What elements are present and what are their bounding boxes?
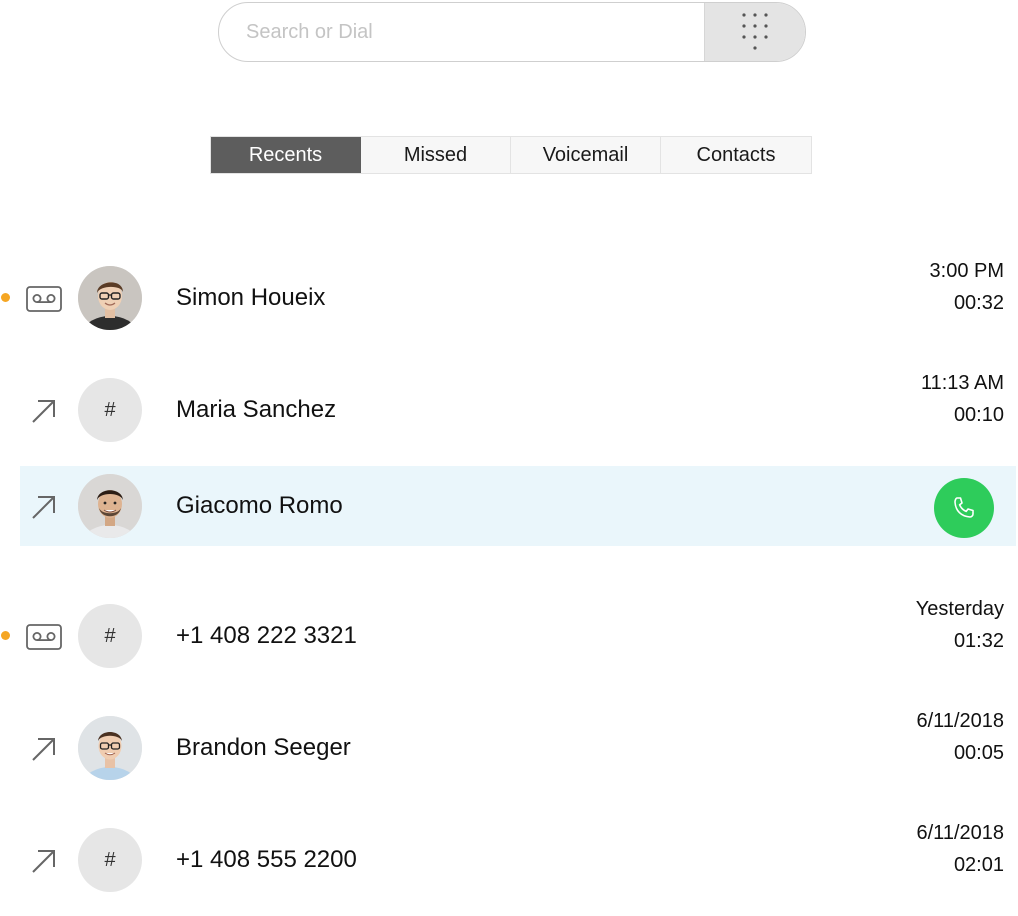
avatar (78, 266, 142, 330)
hash-icon: # (104, 848, 116, 871)
call-time: 11:13 AM (920, 372, 1004, 394)
contact-name: +1 408 222 3321 (176, 622, 357, 649)
call-row[interactable]: Simon Houeix 3:00 PM 00:32 (0, 242, 1018, 354)
call-time: 3:00 PM (929, 260, 1004, 282)
unread-indicator (1, 293, 10, 302)
call-button[interactable] (934, 478, 994, 538)
tab-voicemail[interactable]: Voicemail (511, 137, 661, 173)
call-row-selected[interactable]: Giacomo Romo (0, 466, 1018, 578)
call-duration: 00:10 (953, 404, 1004, 426)
call-row[interactable]: Brandon Seeger 6/11/2018 00:05 (0, 692, 1018, 804)
tab-contacts[interactable]: Contacts (661, 137, 811, 173)
contact-name: Simon Houeix (176, 284, 326, 311)
contact-name: Giacomo Romo (176, 492, 343, 519)
avatar: # (78, 604, 142, 668)
unread-indicator (1, 631, 10, 640)
voicemail-icon (26, 286, 62, 312)
outgoing-arrow-icon (32, 400, 55, 423)
person-photo-icon (78, 716, 142, 780)
phone-icon (954, 497, 974, 518)
avatar (78, 474, 142, 538)
hash-icon: # (104, 398, 116, 421)
call-history-tabs: Recents Missed Voicemail Contacts (210, 136, 812, 174)
call-duration: 00:05 (953, 742, 1004, 764)
tab-missed[interactable]: Missed (361, 137, 511, 173)
outgoing-arrow-icon (32, 738, 55, 761)
call-row[interactable]: # +1 408 222 3321 Yesterday 01:32 (0, 580, 1018, 692)
voicemail-icon (26, 624, 62, 650)
call-duration: 00:32 (953, 292, 1004, 314)
call-time: Yesterday (915, 598, 1004, 620)
search-input[interactable] (219, 3, 704, 61)
call-duration: 02:01 (953, 854, 1004, 876)
avatar (78, 716, 142, 780)
contact-name: Brandon Seeger (176, 734, 351, 761)
call-row[interactable]: # +1 408 555 2200 6/11/2018 02:01 (0, 804, 1018, 916)
contact-name: +1 408 555 2200 (176, 846, 357, 873)
contact-name: Maria Sanchez (176, 396, 337, 423)
outgoing-arrow-icon (32, 496, 55, 519)
call-duration: 01:32 (953, 630, 1004, 652)
call-time: 6/11/2018 (916, 710, 1005, 732)
search-bar (218, 2, 806, 62)
call-list: Simon Houeix 3:00 PM 00:32 # Maria Sanch… (0, 242, 1018, 916)
avatar: # (78, 828, 142, 892)
person-photo-icon (78, 266, 142, 330)
dialpad-icon (742, 13, 768, 50)
outgoing-arrow-icon (32, 850, 55, 873)
hash-icon: # (104, 624, 116, 647)
tab-recents[interactable]: Recents (211, 137, 361, 173)
dialpad-button[interactable] (704, 3, 805, 61)
person-photo-icon (78, 474, 142, 538)
avatar: # (78, 378, 142, 442)
call-time: 6/11/2018 (916, 822, 1005, 844)
